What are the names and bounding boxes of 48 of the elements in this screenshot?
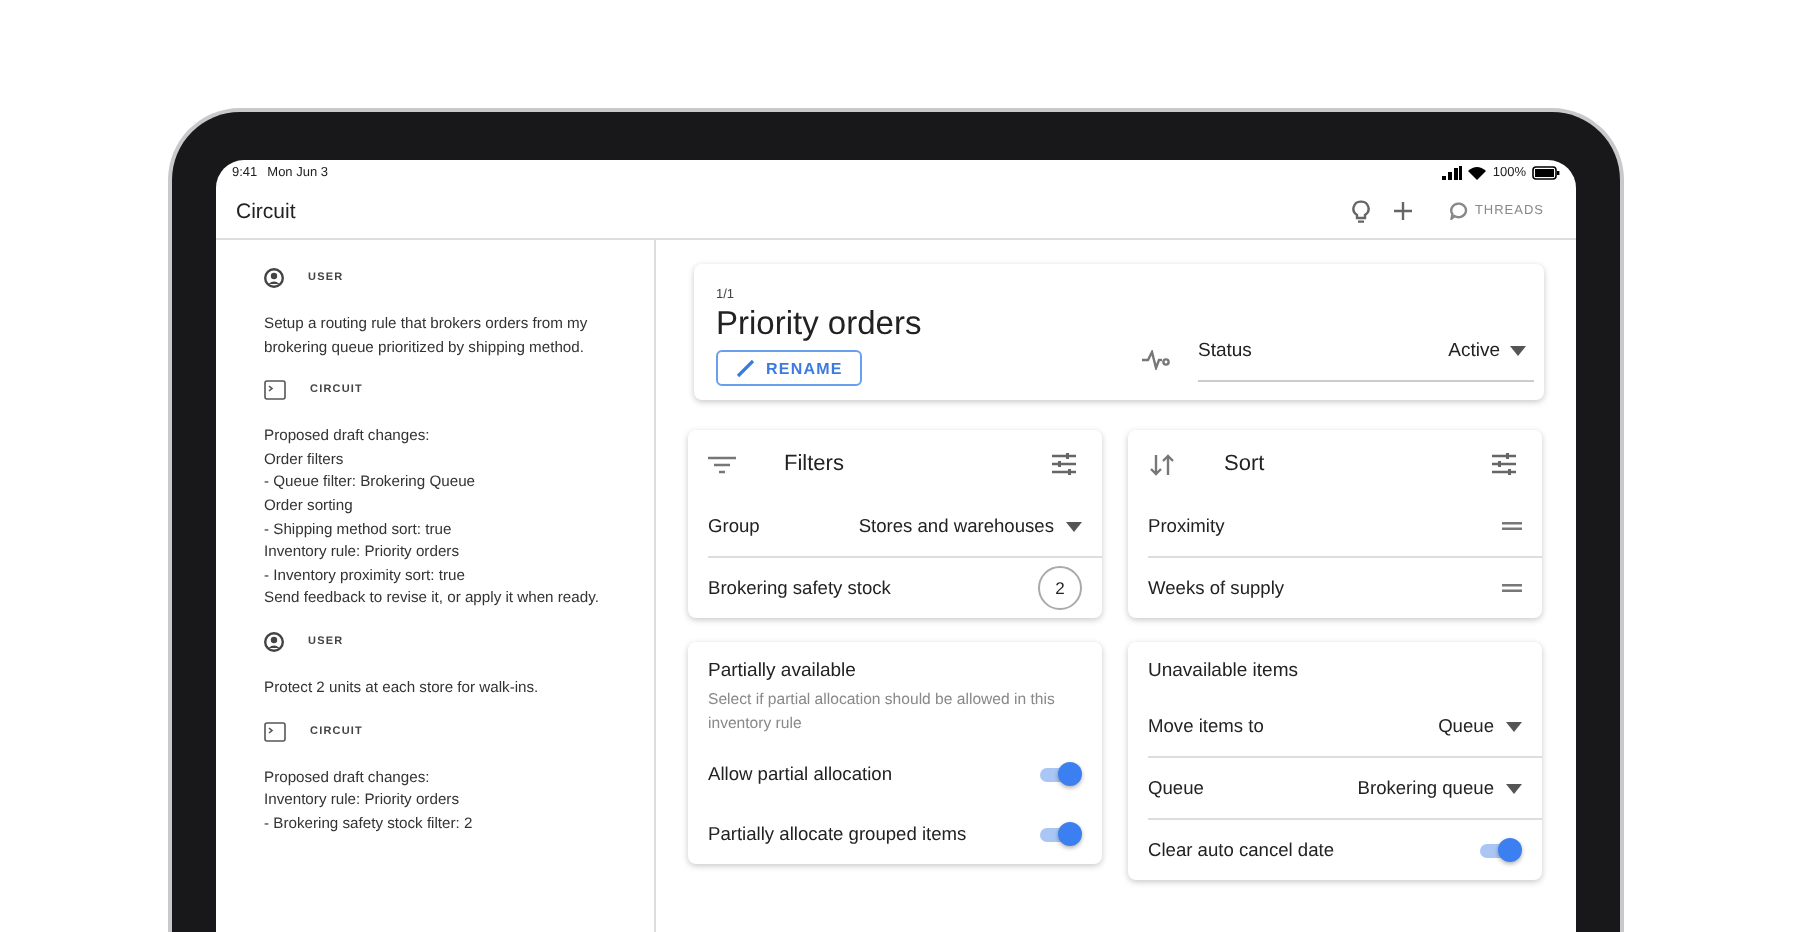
- count-badge: 2: [1038, 566, 1082, 610]
- chat-bubble-icon: [1450, 202, 1469, 220]
- person-icon: [264, 268, 284, 288]
- battery-icon: [1532, 165, 1560, 179]
- section-title: Unavailable items: [1148, 660, 1300, 682]
- drag-handle-icon: [1502, 584, 1522, 592]
- dropdown[interactable]: Queue: [1438, 716, 1522, 736]
- sliders-icon: [1052, 452, 1076, 476]
- pencil-icon: [736, 358, 756, 378]
- drag-handle-icon: [1502, 522, 1522, 530]
- dropdown[interactable]: Brokering queue: [1357, 778, 1522, 798]
- sort-arrows-icon: [1148, 453, 1176, 475]
- rule-title: Priority orders: [716, 306, 924, 344]
- row-label: Weeks of supply: [1148, 578, 1285, 598]
- signal-icon: [1442, 165, 1463, 179]
- row-label: Move items to: [1148, 716, 1264, 736]
- wifi-icon: [1468, 165, 1487, 179]
- pulse-icon: [1142, 350, 1170, 370]
- caret-icon: [1506, 721, 1522, 731]
- dropdown[interactable]: Stores and warehouses: [858, 516, 1082, 536]
- terminal-icon: [264, 721, 286, 742]
- sliders-icon: [1492, 452, 1516, 476]
- toggle-switch[interactable]: [1038, 762, 1082, 786]
- caret-icon: [1510, 346, 1526, 356]
- caret-icon: [1066, 521, 1082, 531]
- row-label: Brokering safety stock: [708, 578, 891, 598]
- section-title: Partially available: [708, 660, 858, 682]
- app-title: Circuit: [236, 199, 296, 223]
- row-label: Proximity: [1148, 516, 1225, 536]
- terminal-icon: [264, 380, 286, 401]
- person-icon: [264, 631, 284, 652]
- status-label: Status: [1198, 340, 1252, 362]
- row-label: Queue: [1148, 778, 1204, 798]
- caret-icon: [1506, 783, 1522, 793]
- row-label: Clear auto cancel date: [1148, 840, 1335, 860]
- status-field[interactable]: Status Active: [1198, 340, 1534, 382]
- toggle-switch[interactable]: [1038, 822, 1082, 846]
- status-value: Active: [1448, 340, 1500, 362]
- plus-icon: [1394, 202, 1413, 220]
- filter-icon: [708, 455, 736, 473]
- lightbulb-icon: [1352, 199, 1371, 223]
- card-title: Filters: [784, 452, 844, 476]
- card-title: Sort: [1224, 452, 1265, 476]
- rename-button[interactable]: RENAME: [716, 350, 863, 386]
- row-label: Allow partial allocation: [708, 764, 892, 784]
- row-label: Group: [708, 516, 760, 536]
- row-label: Partially allocate grouped items: [708, 824, 967, 844]
- toggle-switch[interactable]: [1478, 838, 1522, 862]
